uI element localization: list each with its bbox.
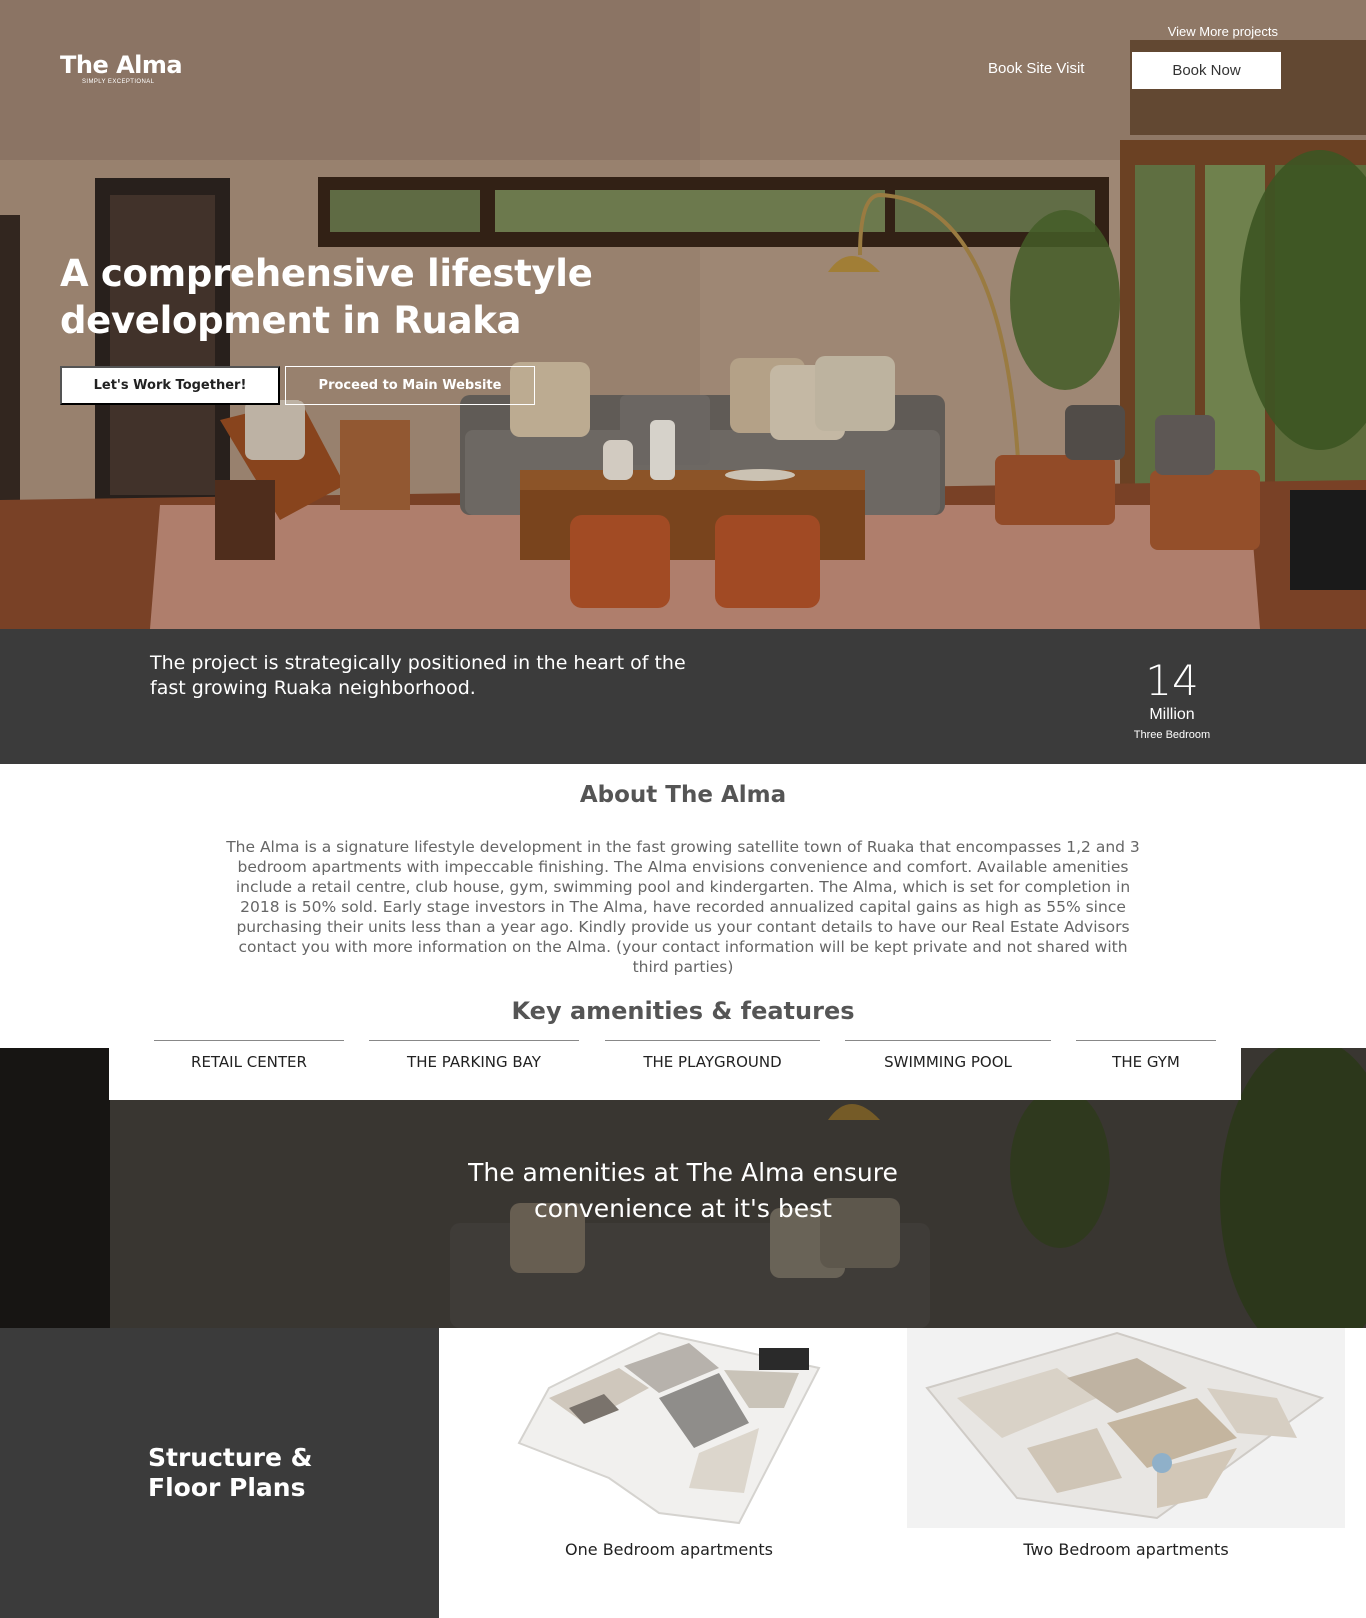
book-site-visit-link[interactable]: Book Site Visit xyxy=(988,60,1084,77)
price-unit: Million xyxy=(1149,706,1195,723)
floor-plans-gallery: One Bedroom apartments Two Bedroom apart… xyxy=(439,1328,1366,1618)
location-text: The project is strategically positioned … xyxy=(150,652,686,699)
two-bedroom-caption: Two Bedroom apartments xyxy=(1023,1540,1229,1559)
lets-work-together-button[interactable]: Let's Work Together! xyxy=(60,366,280,405)
hero-section: The Alma SIMPLY EXCEPTIONAL View More pr… xyxy=(0,0,1366,629)
one-bedroom-caption: One Bedroom apartments xyxy=(565,1540,773,1559)
book-now-button[interactable]: Book Now xyxy=(1132,52,1281,89)
proceed-to-main-website-button[interactable]: Proceed to Main Website xyxy=(285,366,535,405)
amenities-overlay-text: The amenities at The Alma ensure conveni… xyxy=(0,1155,1366,1227)
logo-name: The Alma xyxy=(60,51,183,79)
tab-swimming-pool[interactable]: SWIMMING POOL xyxy=(845,1040,1051,1100)
hero-title: A comprehensive lifestyle development in… xyxy=(60,252,593,342)
floor-plans-title: Structure & Floor Plans xyxy=(148,1443,313,1502)
tab-parking-bay[interactable]: THE PARKING BAY xyxy=(369,1040,579,1100)
price-stat: 14 Million Three Bedroom xyxy=(1112,659,1232,743)
tab-gym[interactable]: THE GYM xyxy=(1076,1040,1216,1100)
two-bedroom-plan-drawing xyxy=(925,1331,1325,1520)
one-bedroom-plan-image[interactable] xyxy=(509,1328,829,1528)
logo[interactable]: The Alma SIMPLY EXCEPTIONAL xyxy=(60,51,183,85)
two-bedroom-plan-image[interactable] xyxy=(907,1328,1345,1528)
tab-retail-center[interactable]: RETAIL CENTER xyxy=(154,1040,344,1100)
about-body: The Alma is a signature lifestyle develo… xyxy=(226,838,1140,976)
amenities-overlay-line: The amenities at The Alma ensure conveni… xyxy=(468,1158,898,1223)
price-label: Three Bedroom xyxy=(1133,729,1211,741)
price-number: 14 xyxy=(1145,656,1199,705)
amenities-tabs: RETAIL CENTER THE PARKING BAY THE PLAYGR… xyxy=(109,1040,1241,1100)
tab-playground[interactable]: THE PLAYGROUND xyxy=(605,1040,820,1100)
amenities-title: Key amenities & features xyxy=(511,997,855,1025)
about-title: About The Alma xyxy=(579,782,787,808)
logo-tagline: SIMPLY EXCEPTIONAL xyxy=(82,79,155,85)
location-strip: The project is strategically positioned … xyxy=(0,629,1366,764)
floor-plans-panel: Structure & Floor Plans xyxy=(0,1328,439,1618)
view-more-projects-link[interactable]: View More projects xyxy=(1168,24,1278,39)
